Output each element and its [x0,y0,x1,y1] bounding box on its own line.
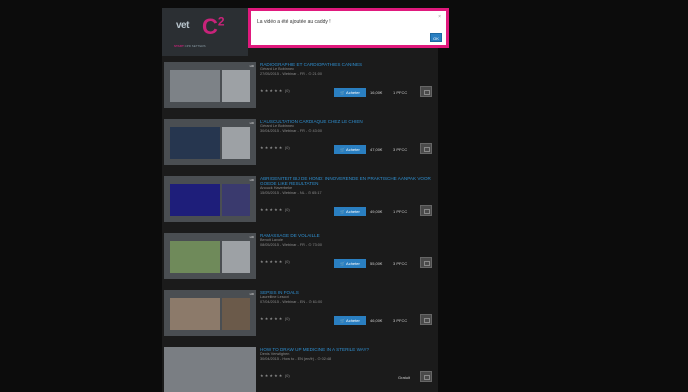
video-credits: 3 PFCC [393,318,408,323]
cart-added-dialog: La vidéo a été ajoutée au caddy ! × OK [248,8,449,48]
cart-icon[interactable] [420,371,432,382]
video-thumbnail[interactable] [164,347,256,392]
video-card: HOW TO DRAW UP MEDICINE IN A STERILE WAY… [164,347,436,392]
buy-button[interactable]: 🛒 Acheter [334,88,366,97]
logo-c2: C2 [202,14,225,39]
video-price: 55,00€ [370,261,383,266]
hd-badge: HD [249,235,254,239]
video-card: HD L'AUSCULTATION CARDIAQUE CHEZ LE CHIE… [164,119,436,165]
buy-button[interactable]: 🛒 Acheter [334,207,366,216]
rating-stars: ★ ★ ★ ★ ★ (0) [260,259,290,264]
hd-badge: HD [249,64,254,68]
video-thumbnail[interactable]: HD [164,290,256,336]
video-thumbnail[interactable]: HD [164,176,256,222]
video-card: HD RAMASSAGE DE VOLAILLE Benoit Lavoie 0… [164,233,436,279]
dialog-message: La vidéo a été ajoutée au caddy ! [257,19,331,25]
video-thumbnail[interactable]: HD [164,62,256,108]
video-price: 49,00€ [370,209,383,214]
video-meta: 27/05/2015 - Webinar - FR - ⊙ 21:00 [260,72,322,76]
video-price: 46,00€ [370,318,383,323]
catalog-panel: vet C2 START CPD SETTERS HD RADIOGRAPHIE… [162,8,438,392]
logo-tagline: START CPD SETTERS [174,44,206,48]
buy-button[interactable]: 🛒 Acheter [334,145,366,154]
rating-stars: ★ ★ ★ ★ ★ (0) [260,88,290,93]
rating-stars: ★ ★ ★ ★ ★ (0) [260,316,290,321]
video-credits: 1 PFCC [393,90,408,95]
video-credits: 1 PFCC [393,209,408,214]
rating-stars: ★ ★ ★ ★ ★ (0) [260,373,290,378]
video-price: 16,00€ [370,90,383,95]
hd-badge: HD [249,178,254,182]
video-card: HD SEPSIS IN FOALS Laurelline Lescot 07/… [164,290,436,336]
ok-button[interactable]: OK [430,33,442,42]
video-meta: 07/04/2015 - Webinar - EN - ⊙ 61:00 [260,300,323,304]
video-thumbnail[interactable]: HD [164,119,256,165]
cart-icon[interactable] [420,205,432,216]
video-credits: 3 PFCC [393,147,408,152]
video-meta: 30/04/2015 - How to - EN (en/fr) - ⊙ 02:… [260,357,332,361]
buy-button[interactable]: 🛒 Acheter [334,316,366,325]
hd-badge: HD [249,292,254,296]
cart-icon[interactable] [420,314,432,325]
logo-vet-text: vet [176,20,189,31]
rating-stars: ★ ★ ★ ★ ★ (0) [260,207,290,212]
video-price: Gratuit [398,375,411,380]
cart-icon[interactable] [420,257,432,268]
video-card: HD ABRIGENITEIT BIJ DE HOND: INNOVERENDE… [164,176,436,222]
video-price: 47,00€ [370,147,383,152]
site-logo[interactable]: vet C2 START CPD SETTERS [162,8,248,56]
cart-icon[interactable] [420,86,432,97]
video-card: HD RADIOGRAPHIE ET CARDIOPATHIES CANINES… [164,62,436,108]
cart-icon[interactable] [420,143,432,154]
hd-badge: HD [249,121,254,125]
video-meta: 15/05/2015 - Webinar - NL - ⊙ 65:17 [260,191,322,195]
video-meta: 08/05/2015 - Webinar - FR - ⊙ 73:00 [260,243,322,247]
rating-stars: ★ ★ ★ ★ ★ (0) [260,145,290,150]
video-thumbnail[interactable]: HD [164,233,256,279]
video-meta: 30/04/2015 - Webinar - FR - ⊙ 43:00 [260,129,322,133]
close-icon[interactable]: × [438,14,441,20]
buy-button[interactable]: 🛒 Acheter [334,259,366,268]
video-title[interactable]: ABRIGENITEIT BIJ DE HOND: INNOVERENDE EN… [260,176,436,186]
video-credits: 3 PFCC [393,261,408,266]
